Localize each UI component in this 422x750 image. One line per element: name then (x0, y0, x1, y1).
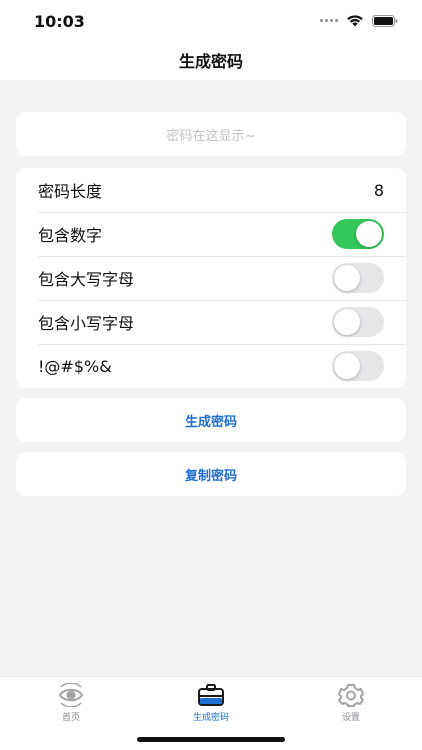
briefcase-icon (198, 684, 224, 706)
tab-generate-password[interactable]: 生成密码 (171, 683, 251, 723)
tab-settings[interactable]: 设置 (311, 683, 391, 723)
status-icons (320, 14, 398, 27)
copy-password-button[interactable]: 复制密码 (16, 452, 406, 496)
signal-icon (320, 19, 338, 22)
include-symbols-toggle[interactable] (332, 351, 384, 381)
include-digits-row: 包含数字 (16, 212, 406, 256)
generate-password-button[interactable]: 生成密码 (16, 398, 406, 442)
include-uppercase-toggle[interactable] (332, 263, 384, 293)
copy-password-label: 复制密码 (184, 468, 237, 484)
tab-home-label: 首页 (61, 713, 80, 723)
include-uppercase-label: 包含大写字母 (38, 270, 135, 289)
length-label: 密码长度 (38, 182, 103, 201)
navigation-bar: 生成密码 (0, 44, 422, 80)
status-time: 10:03 (34, 12, 85, 31)
tab-generate-password-label: 生成密码 (192, 713, 229, 723)
page-title: 生成密码 (178, 52, 243, 71)
tab-settings-label: 设置 (341, 713, 360, 723)
generate-password-label: 生成密码 (184, 414, 237, 430)
password-display-text: 密码在这显示~ (166, 128, 256, 144)
wifi-icon (347, 15, 363, 27)
include-digits-toggle[interactable] (332, 219, 384, 249)
home-indicator (137, 737, 285, 742)
include-symbols-label: !@#$%& (38, 356, 112, 376)
length-row[interactable]: 密码长度 8 (16, 168, 406, 212)
password-display[interactable]: 密码在这显示~ (16, 112, 406, 156)
include-digits-label: 包含数字 (38, 226, 103, 245)
length-value: 8 (373, 180, 384, 200)
password-settings: 密码长度 8 包含数字 包含大写字母 包含小写字母 !@#$%& (16, 168, 406, 388)
status-bar: 10:03 (0, 0, 422, 44)
eye-icon (58, 683, 84, 707)
include-uppercase-row: 包含大写字母 (16, 256, 406, 300)
include-lowercase-row: 包含小写字母 (16, 300, 406, 344)
gear-icon (338, 684, 364, 707)
battery-icon (372, 14, 398, 27)
include-lowercase-label: 包含小写字母 (38, 314, 135, 333)
tab-home[interactable]: 首页 (31, 683, 111, 723)
include-symbols-row: !@#$%& (16, 344, 406, 388)
include-lowercase-toggle[interactable] (332, 307, 384, 337)
